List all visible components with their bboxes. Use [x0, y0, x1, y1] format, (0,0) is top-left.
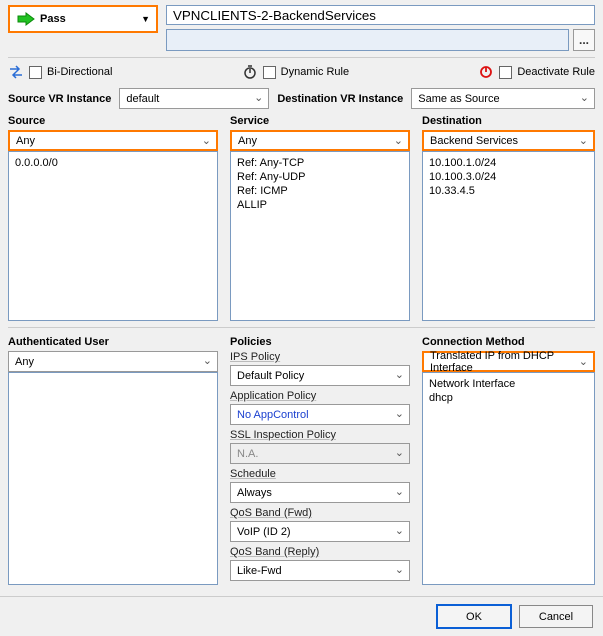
list-item[interactable]: 10.100.1.0/24 [429, 156, 588, 170]
stopwatch-icon [242, 64, 258, 80]
ok-button[interactable]: OK [437, 605, 511, 628]
action-dropdown[interactable]: Pass ▼ [8, 5, 158, 33]
list-item[interactable]: dhcp [429, 391, 588, 405]
list-item[interactable]: 10.100.3.0/24 [429, 170, 588, 184]
app-policy-select[interactable]: No AppControl [230, 404, 410, 425]
destination-label: Destination [422, 115, 595, 127]
pass-arrow-icon [16, 12, 36, 26]
cancel-button[interactable]: Cancel [519, 605, 593, 628]
qos-reply-select[interactable]: Like-Fwd [230, 560, 410, 581]
qos-fwd-label: QoS Band (Fwd) [230, 507, 410, 519]
ssl-policy-label: SSL Inspection Policy [230, 429, 410, 441]
list-item[interactable]: Ref: Any-UDP [237, 170, 403, 184]
action-label: Pass [40, 13, 66, 25]
schedule-select[interactable]: Always [230, 482, 410, 503]
rule-name-input[interactable] [166, 5, 595, 25]
source-vr-select[interactable]: default [119, 88, 269, 109]
list-item[interactable]: ALLIP [237, 198, 403, 212]
description-more-button[interactable]: ... [573, 29, 595, 51]
list-item[interactable]: 10.33.4.5 [429, 184, 588, 198]
destination-vr-select[interactable]: Same as Source [411, 88, 595, 109]
bidi-checkbox[interactable] [29, 66, 42, 79]
ssl-policy-select: N.A. [230, 443, 410, 464]
destination-vr-label: Destination VR Instance [277, 93, 403, 105]
schedule-label: Schedule [230, 468, 410, 480]
source-label: Source [8, 115, 218, 127]
service-label: Service [230, 115, 410, 127]
list-item[interactable]: Ref: Any-TCP [237, 156, 403, 170]
list-item[interactable]: Network Interface [429, 377, 588, 391]
policies-label: Policies [230, 336, 410, 348]
service-select[interactable]: Any [230, 130, 410, 151]
list-item[interactable]: 0.0.0.0/0 [15, 156, 211, 170]
ips-policy-label: IPS Policy [230, 351, 410, 363]
auth-user-listbox[interactable] [8, 372, 218, 585]
power-icon [478, 64, 494, 80]
source-vr-label: Source VR Instance [8, 93, 111, 105]
dynamic-rule-label: Dynamic Rule [281, 66, 349, 78]
connection-method-select[interactable]: Translated IP from DHCP Interface [422, 351, 595, 372]
destination-listbox[interactable]: 10.100.1.0/24 10.100.3.0/24 10.33.4.5 [422, 151, 595, 321]
app-policy-label: Application Policy [230, 390, 410, 402]
qos-reply-label: QoS Band (Reply) [230, 546, 410, 558]
rule-description-input[interactable] [166, 29, 569, 51]
bidi-label: Bi-Directional [47, 66, 112, 78]
chevron-down-icon: ▼ [141, 14, 150, 24]
connection-method-listbox[interactable]: Network Interface dhcp [422, 372, 595, 585]
auth-user-select[interactable]: Any [8, 351, 218, 372]
list-item[interactable]: Ref: ICMP [237, 184, 403, 198]
source-select[interactable]: Any [8, 130, 218, 151]
deactivate-rule-checkbox[interactable] [499, 66, 512, 79]
connection-method-label: Connection Method [422, 336, 595, 348]
dynamic-rule-checkbox[interactable] [263, 66, 276, 79]
destination-select[interactable]: Backend Services [422, 130, 595, 151]
service-listbox[interactable]: Ref: Any-TCP Ref: Any-UDP Ref: ICMP ALLI… [230, 151, 410, 321]
auth-user-label: Authenticated User [8, 336, 218, 348]
ips-policy-select[interactable]: Default Policy [230, 365, 410, 386]
source-listbox[interactable]: 0.0.0.0/0 [8, 151, 218, 321]
deactivate-rule-label: Deactivate Rule [517, 66, 595, 78]
swap-icon [8, 64, 24, 80]
qos-fwd-select[interactable]: VoIP (ID 2) [230, 521, 410, 542]
